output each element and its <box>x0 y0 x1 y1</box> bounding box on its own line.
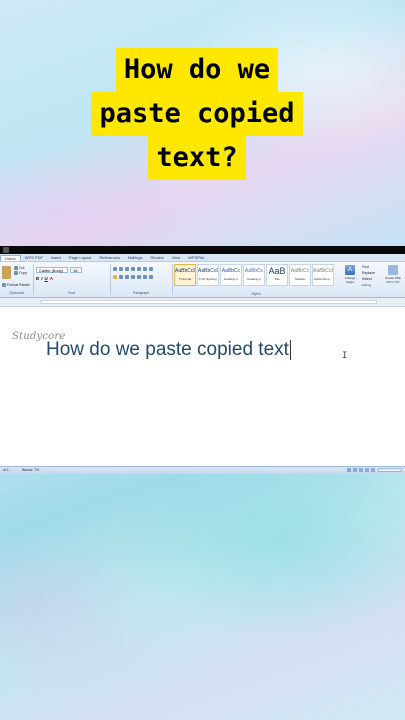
tab-page-layout[interactable]: Page Layout <box>65 255 95 260</box>
shading-icon[interactable] <box>143 275 147 279</box>
style-heading-2[interactable]: AaBbCc Heading 2 <box>243 264 265 286</box>
font-group: Calibri (Body) 16 B I U A Font <box>33 264 111 295</box>
scissors-icon <box>14 266 18 270</box>
style-no-spacing[interactable]: AaBbCcDd¶ No Spacing <box>197 264 219 286</box>
tab-insert[interactable]: Insert <box>47 255 65 260</box>
copy-icon <box>14 271 18 275</box>
tab-wpsplot[interactable]: WPSPlot <box>184 255 208 260</box>
title-line-3: text? <box>148 136 246 180</box>
numbering-icon[interactable] <box>119 267 123 271</box>
ribbon: Cut Copy Format Painter Clipboard Calibr… <box>0 262 405 298</box>
paragraph-group: Paragraph <box>110 264 173 295</box>
title-bar <box>0 246 405 254</box>
web-layout-icon[interactable] <box>359 468 363 472</box>
font-group-label: Font <box>67 291 75 295</box>
print-layout-icon[interactable] <box>347 468 351 472</box>
zoom-slider[interactable] <box>378 468 402 472</box>
outline-icon[interactable] <box>365 468 369 472</box>
bullets-icon[interactable] <box>113 267 117 271</box>
brush-icon <box>2 283 6 287</box>
editing-group: Find Replace Select Editing <box>362 265 382 289</box>
cut-button[interactable]: Cut <box>14 266 27 270</box>
style-normal[interactable]: AaBbCcDd¶ Normal <box>174 264 196 286</box>
paste-icon[interactable] <box>2 266 11 279</box>
copy-button[interactable]: Copy <box>14 271 27 275</box>
video-title-overlay: How do we paste copied text? <box>46 48 348 182</box>
title-line-2: paste copied <box>91 92 303 136</box>
styles-gallery: AaBbCcDd¶ Normal AaBbCcDd¶ No Spacing Aa… <box>174 264 338 296</box>
change-styles-button[interactable]: A Change Styles <box>342 265 358 293</box>
tab-review[interactable]: Review <box>147 255 168 260</box>
ruler-track <box>40 300 377 304</box>
select-button[interactable]: Select <box>362 277 382 281</box>
tab-references[interactable]: References <box>95 255 123 260</box>
pdf-icon <box>388 265 398 275</box>
styles-group-label: Styles <box>251 292 261 296</box>
multilevel-list-icon[interactable] <box>125 267 129 271</box>
align-center-icon[interactable] <box>119 275 123 279</box>
style-title[interactable]: AaB Title <box>266 264 288 286</box>
font-name-select[interactable]: Calibri (Body) <box>36 267 68 273</box>
align-right-icon[interactable] <box>125 275 129 279</box>
font-color-icon[interactable]: A <box>50 276 53 281</box>
pilcrow-icon[interactable] <box>149 267 153 271</box>
page-count[interactable]: of 1 <box>3 468 9 472</box>
borders-icon[interactable] <box>149 275 153 279</box>
ribbon-tabs: Home WPS PDF Insert Page Layout Referenc… <box>0 254 405 262</box>
justify-icon[interactable] <box>131 275 135 279</box>
style-subtle-emphasis[interactable]: AaBbCcDdSubtle Emp... <box>312 264 334 286</box>
font-size-select[interactable]: 16 <box>70 267 82 273</box>
clipboard-group: Cut Copy Format Painter Clipboard <box>0 264 34 295</box>
find-button[interactable]: Find <box>362 265 382 269</box>
tab-wps-pdf[interactable]: WPS PDF <box>21 255 47 260</box>
bold-button[interactable]: B <box>36 276 39 281</box>
increase-indent-icon[interactable] <box>137 267 141 271</box>
format-painter-button[interactable]: Format Painter <box>2 283 30 287</box>
tab-home[interactable]: Home <box>0 254 21 261</box>
clipboard-group-label: Clipboard <box>9 291 24 295</box>
change-styles-icon: A <box>345 265 355 275</box>
title-line-1: How do we <box>115 48 279 92</box>
text-caret <box>289 339 291 360</box>
tab-mailings[interactable]: Mailings <box>124 255 147 260</box>
editing-group-label: Editing <box>362 283 372 287</box>
ibeam-cursor-icon: I <box>342 351 348 361</box>
style-subtitle[interactable]: AaBbCc Subtitle <box>289 264 311 286</box>
create-pdf-button[interactable]: Create PDF WPS PDF <box>384 265 402 293</box>
full-screen-icon[interactable] <box>353 468 357 472</box>
italic-button[interactable]: I <box>41 276 42 281</box>
style-heading-1[interactable]: AaBbCc Heading 1 <box>220 264 242 286</box>
word-window: Home WPS PDF Insert Page Layout Referenc… <box>0 246 405 474</box>
decrease-indent-icon[interactable] <box>131 267 135 271</box>
font-format-buttons: B I U A <box>36 276 53 281</box>
align-left-icon[interactable] <box>113 275 117 279</box>
draft-icon[interactable] <box>371 468 375 472</box>
view-buttons <box>347 468 375 472</box>
office-button-icon[interactable] <box>3 247 9 253</box>
wps-pdf-group-label: WPS PDF <box>386 280 400 284</box>
status-bar: of 1 Words: 7/4 <box>0 466 405 474</box>
document-area[interactable]: Studycore How do we paste copied text I <box>0 307 405 467</box>
line-spacing-icon[interactable] <box>137 275 141 279</box>
tab-view[interactable]: View <box>168 255 185 260</box>
underline-button[interactable]: U <box>45 276 48 281</box>
sort-icon[interactable] <box>143 267 147 271</box>
word-count[interactable]: Words: 7/4 <box>22 468 39 472</box>
replace-button[interactable]: Replace <box>362 271 382 275</box>
document-text[interactable]: How do we paste copied text <box>46 339 291 361</box>
ruler[interactable] <box>0 298 405 307</box>
paragraph-group-label: Paragraph <box>132 291 150 295</box>
